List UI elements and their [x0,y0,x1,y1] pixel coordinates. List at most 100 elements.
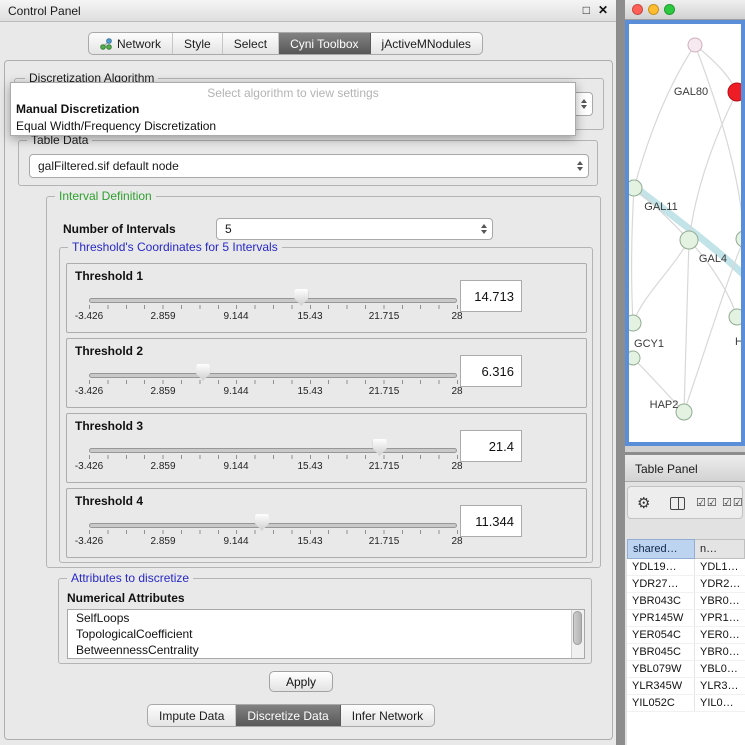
tab-label: Style [184,37,211,51]
list-item[interactable]: BetweennessCentrality [68,642,584,658]
cell[interactable]: YDL1… [695,559,745,575]
threshold-value-field[interactable]: 11.344 [460,505,522,537]
slider-thumb[interactable] [373,439,387,456]
network-node[interactable] [629,351,640,365]
list-scrollbar[interactable] [571,610,584,658]
slider-track[interactable] [89,298,457,303]
table-row[interactable]: YDL19…YDL1… [627,559,745,576]
number-of-intervals-combobox[interactable]: 5 [216,218,493,240]
tab-style[interactable]: Style [173,33,223,54]
numerical-attributes-heading: Numerical Attributes [67,591,185,605]
tab-label: Infer Network [352,709,423,723]
network-node[interactable] [629,180,642,196]
cell[interactable]: YLR3… [695,678,745,694]
table-row[interactable]: YER054CYER0… [627,627,745,644]
float-window-icon[interactable]: □ [583,3,590,17]
dropdown-option-equal-width[interactable]: Equal Width/Frequency Discretization [11,118,575,135]
tab-discretize-data[interactable]: Discretize Data [236,705,340,726]
table-header-row: shared… n… [627,539,745,559]
slider-track[interactable] [89,523,457,528]
tab-cyni-toolbox[interactable]: Cyni Toolbox [279,33,370,54]
slider-thumb[interactable] [255,514,269,531]
interval-definition-group: Interval Definition Number of Intervals … [46,196,601,568]
threshold-value-field[interactable]: 21.4 [460,430,522,462]
cell[interactable]: YPR1… [695,610,745,626]
cell[interactable]: YER0… [695,627,745,643]
network-node[interactable] [688,38,702,52]
column-header-name[interactable]: n… [695,539,745,559]
table-row[interactable]: YBR043CYBR0… [627,593,745,610]
cell[interactable]: YIL052C [627,695,695,711]
network-node-selected[interactable] [728,83,741,101]
table-data-combobox[interactable]: galFiltered.sif default node [29,154,589,178]
list-item[interactable]: TopologicalCoefficient [68,626,584,642]
select-columns-icon[interactable]: ☑☑ [696,496,718,509]
scale-label: 21.715 [369,386,400,397]
network-node[interactable] [629,315,641,331]
scale-label: 21.715 [369,311,400,322]
slider-track[interactable] [89,373,457,378]
scale-label: 9.144 [223,386,248,397]
cell[interactable]: YBR0… [695,593,745,609]
scrollbar-thumb[interactable] [573,611,582,645]
cell[interactable]: YDR2… [695,576,745,592]
select-rows-icon[interactable]: ☑☑ [722,496,743,509]
table-row[interactable]: YLR345WYLR3… [627,678,745,695]
cell[interactable]: YBR045C [627,644,695,660]
cell[interactable]: YLR345W [627,678,695,694]
table-row[interactable]: YDR27…YDR2… [627,576,745,593]
scale-label: 2.859 [150,536,175,547]
network-canvas[interactable]: GAL80 GAL11 GAL4 GCY1 HAP2 H [625,20,745,446]
cell[interactable]: YIL0… [695,695,745,711]
tab-infer-network[interactable]: Infer Network [341,705,434,726]
cell[interactable]: YDR27… [627,576,695,592]
slider-ticks [89,455,458,459]
list-item[interactable]: SelfLoops [68,610,584,626]
cell[interactable]: YDL19… [627,559,695,575]
network-node[interactable] [676,404,692,420]
scale-label: -3.426 [75,461,103,472]
tab-impute-data[interactable]: Impute Data [148,705,236,726]
network-node[interactable] [736,231,741,247]
table-row[interactable]: YIL052CYIL0… [627,695,745,712]
threshold-value-field[interactable]: 6.316 [460,355,522,387]
scale-label: -3.426 [75,386,103,397]
cell[interactable]: YBR043C [627,593,695,609]
columns-icon[interactable] [670,497,685,510]
network-node-label: GCY1 [634,338,664,350]
cell[interactable]: YPR145W [627,610,695,626]
scale-label: 28 [451,386,462,397]
tab-select[interactable]: Select [223,33,279,54]
cell[interactable]: YBL079W [627,661,695,677]
attributes-group: Attributes to discretize Numerical Attri… [58,578,592,664]
cell[interactable]: YBL0… [695,661,745,677]
slider-track[interactable] [89,448,457,453]
gear-icon[interactable]: ⚙ [637,494,650,512]
table-row[interactable]: YPR145WYPR1… [627,610,745,627]
cell[interactable]: YBR0… [695,644,745,660]
network-node[interactable] [729,309,741,325]
close-icon[interactable]: ✕ [598,3,608,17]
threshold-label: Threshold 2 [75,344,143,358]
cell[interactable]: YER054C [627,627,695,643]
threshold-value-field[interactable]: 14.713 [460,280,522,312]
close-traffic-light[interactable] [632,4,643,15]
scale-label: 9.144 [223,461,248,472]
tab-network[interactable]: Network [89,33,173,54]
zoom-traffic-light[interactable] [664,4,675,15]
dropdown-option-manual-discretization[interactable]: Manual Discretization [11,101,575,118]
tab-label: Select [234,37,267,51]
minimize-traffic-light[interactable] [648,4,659,15]
slider-thumb[interactable] [196,364,210,381]
network-window-titlebar [625,0,745,20]
scale-label: -3.426 [75,311,103,322]
scale-label: 15.43 [297,536,322,547]
table-row[interactable]: YBR045CYBR0… [627,644,745,661]
network-node[interactable] [680,231,698,249]
number-of-intervals-label: Number of Intervals [63,222,176,236]
slider-thumb[interactable] [294,289,308,306]
table-row[interactable]: YBL079WYBL0… [627,661,745,678]
tab-jactivemnodules[interactable]: jActiveMNodules [371,33,482,54]
apply-button[interactable]: Apply [269,671,333,692]
column-header-shared[interactable]: shared… [627,539,695,559]
